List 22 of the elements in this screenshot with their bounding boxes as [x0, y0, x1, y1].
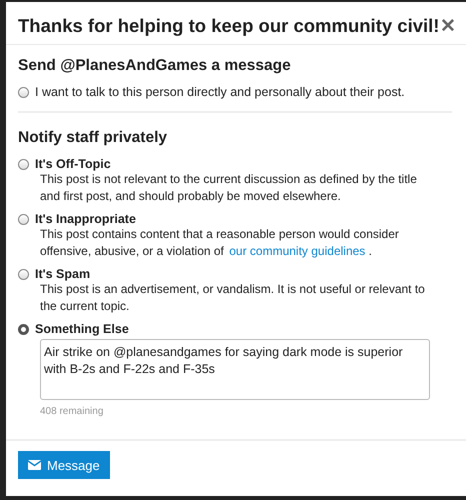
option-label: I want to talk to this person directly and personally about their post. [35, 85, 405, 99]
option-description: This post is not relevant to the current discussion as defined by the title and first post, and should probably be moved elsewhere. [40, 171, 418, 204]
section-heading: Notify staff privately [18, 129, 168, 147]
section-heading: Send @PlanesAndGames a message [18, 57, 292, 75]
radio-button[interactable] [18, 324, 29, 334]
close-button[interactable]: ✕ [440, 14, 456, 38]
dialog-title: Thanks for helping to keep our community civil! [18, 15, 440, 37]
option-title: Something Else [35, 322, 129, 336]
guidelines-link[interactable]: our community guidelines [229, 244, 366, 258]
option-description: This post is an advertisement, or vandalism. It is not useful or relevant to the current topic. [40, 281, 426, 314]
radio-button[interactable] [18, 158, 29, 170]
radio-button[interactable] [18, 214, 29, 224]
envelope-icon [28, 460, 41, 470]
message-button[interactable]: Message [18, 451, 110, 479]
message-input[interactable]: Air strike on @planesandgames for saying dark mode is superior with B-2s and F-22s and F-35s [40, 339, 430, 400]
option-description: This post contains content that a reasonable person would consider offensive, abusive, or a violation of our community guidelines . [40, 226, 400, 259]
option-title: It's Off-Topic [35, 157, 111, 171]
radio-button[interactable] [18, 86, 29, 98]
option-title: It's Spam [35, 267, 90, 281]
radio-button[interactable] [18, 268, 29, 280]
remaining-count: 408 remaining [40, 406, 104, 417]
option-title: It's Inappropriate [35, 212, 136, 226]
